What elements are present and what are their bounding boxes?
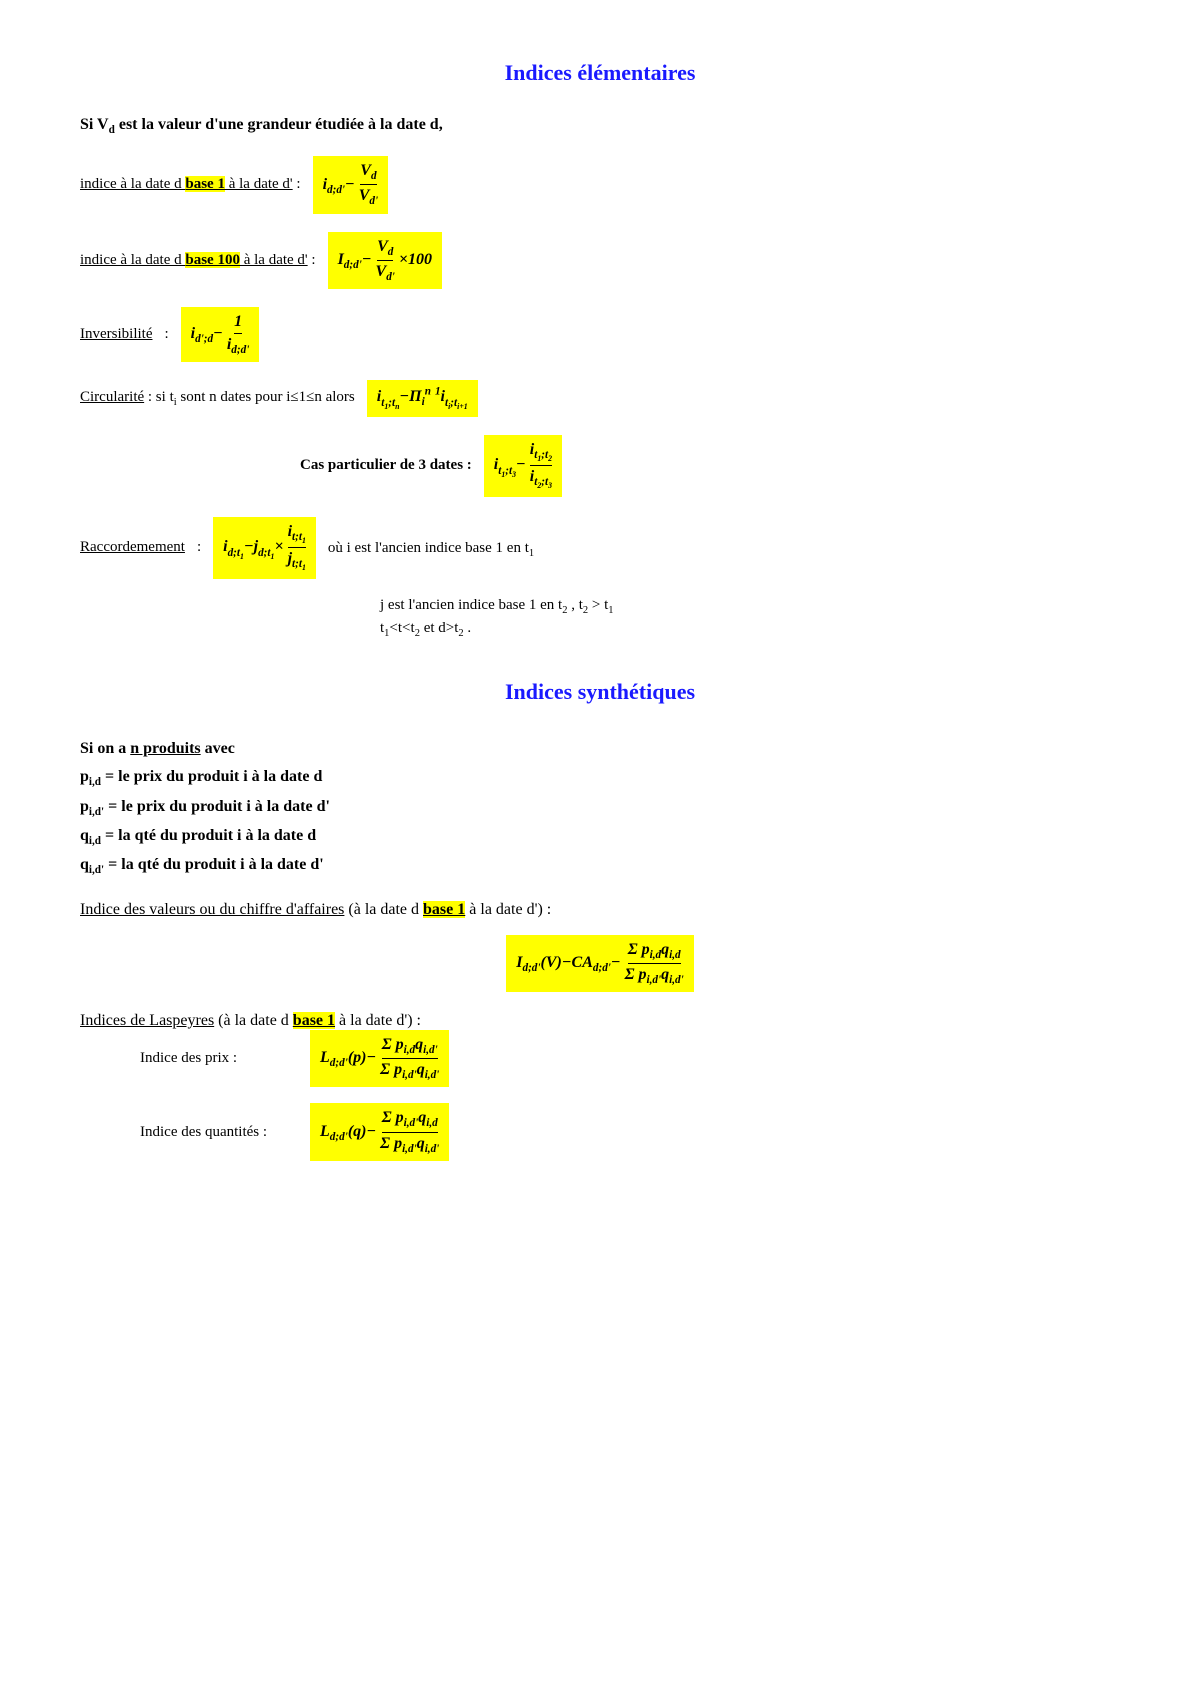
- formula-cas-particulier: Cas particulier de 3 dates : it1;t3− it1…: [300, 435, 1120, 497]
- prod-q2: qi,d' = la qté du produit i à la date d': [80, 851, 1120, 880]
- formula-circularite: Circularité : si ti sont n dates pour i≤…: [80, 380, 1120, 417]
- formula-cas-particulier-box: it1;t3− it1;t2 it2;t3: [484, 435, 562, 497]
- raccord-section: Raccordemement : id;t1−jd;t1× it;t1 jt;t…: [80, 517, 1120, 639]
- line2-label: indice à la date d base 100 à la date d'…: [80, 252, 316, 269]
- laspeyres-label-line: Indices de Laspeyres (à la date d base 1…: [80, 1012, 1120, 1030]
- formula-line-base1: indice à la date d base 1 à la date d' :…: [80, 156, 1120, 213]
- prod-intro: Si on a n produits avec: [80, 735, 1120, 764]
- formula-laspeyres-prix-box: Ld;d'(p)− Σ pi,dqi,d' Σ pi,d'qi,d': [310, 1030, 449, 1087]
- formula-laspeyres-qte: Indice des quantités : Ld;d'(q)− Σ pi,d'…: [140, 1103, 1120, 1160]
- circularite-label: Circularité : si ti sont n dates pour i≤…: [80, 389, 355, 408]
- formula-circularite-box: it1;tn−Πin 1iti;ti+1: [367, 380, 478, 417]
- indice-valeurs-section: Indice des valeurs ou du chiffre d'affai…: [80, 901, 1120, 992]
- prod-definitions: Si on a n produits avec pi,d = le prix d…: [80, 735, 1120, 881]
- section-elementaires: Indices élémentaires Si Vd est la valeur…: [80, 60, 1120, 639]
- formula-base1: id;d'− Vd Vd': [313, 156, 389, 213]
- laspeyres-section: Indices de Laspeyres (à la date d base 1…: [80, 1012, 1120, 1161]
- formula-raccord-box: id;t1−jd;t1× it;t1 jt;t1: [213, 517, 316, 579]
- formula-laspeyres-qte-box: Ld;d'(q)− Σ pi,d'qi,d Σ pi,d'qi,d': [310, 1103, 449, 1160]
- formula-line-base100: indice à la date d base 100 à la date d'…: [80, 232, 1120, 289]
- formula-inversibilite: Inversibilité : id';d− 1 id;d': [80, 307, 1120, 362]
- formula-valeurs: Id;d'(V)−CAd;d'− Σ pi,dqi,d Σ pi,d'qi,d': [80, 935, 1120, 992]
- indice-valeurs-label-line: Indice des valeurs ou du chiffre d'affai…: [80, 901, 1120, 919]
- formula-inversibilite-box: id';d− 1 id;d': [181, 307, 260, 362]
- intro-line: Si Vd est la valeur d'une grandeur étudi…: [80, 116, 1120, 136]
- line1-label: indice à la date d base 1 à la date d' :: [80, 176, 301, 193]
- section2-title: Indices synthétiques: [80, 679, 1120, 705]
- raccord-note2: j est l'ancien indice base 1 en t2 , t2 …: [380, 597, 1120, 616]
- formula-base100: Id;d'− Vd Vd' ×100: [328, 232, 442, 289]
- prod-p2: pi,d' = le prix du produit i à la date d…: [80, 793, 1120, 822]
- formula-raccord: Raccordemement : id;t1−jd;t1× it;t1 jt;t…: [80, 517, 1120, 579]
- indice-qte-label: Indice des quantités :: [140, 1124, 300, 1141]
- section-synthetiques: Indices synthétiques Si on a n produits …: [80, 679, 1120, 1161]
- raccord-label: Raccordemement: [80, 539, 185, 556]
- intro-text: Si Vd est la valeur d'une grandeur étudi…: [80, 116, 443, 133]
- raccord-note3: t1<t<t2 et d>t2 .: [380, 620, 1120, 639]
- inversibilite-label: Inversibilité: [80, 326, 152, 343]
- indice-prix-label: Indice des prix :: [140, 1050, 300, 1067]
- formula-valeurs-box: Id;d'(V)−CAd;d'− Σ pi,dqi,d Σ pi,d'qi,d': [506, 935, 694, 992]
- prod-p1: pi,d = le prix du produit i à la date d: [80, 763, 1120, 792]
- raccord-note1: où i est l'ancien indice base 1 en t1: [328, 540, 534, 559]
- section1-title: Indices élémentaires: [80, 60, 1120, 86]
- prod-q1: qi,d = la qté du produit i à la date d: [80, 822, 1120, 851]
- cas-particulier-label: Cas particulier de 3 dates :: [300, 457, 472, 474]
- formula-laspeyres-prix: Indice des prix : Ld;d'(p)− Σ pi,dqi,d' …: [140, 1030, 1120, 1087]
